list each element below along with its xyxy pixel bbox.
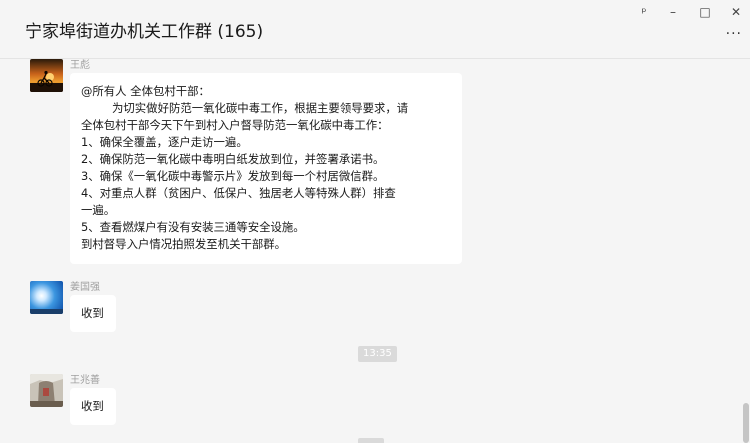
message-bubble[interactable]: @所有人 全体包村干部： 为切实做好防范一氧化碳中毒工作，根据主要领导要求，请 …	[70, 73, 462, 264]
message-bubble[interactable]: 收到	[70, 388, 116, 425]
message-line: 全体包村干部今天下午到村入户督导防范一氧化碳中毒工作：	[81, 118, 389, 132]
message-line: 到村督导入户情况拍照发至机关干部群。	[81, 237, 287, 251]
scrollbar[interactable]	[742, 59, 750, 443]
message-line: 2、确保防范一氧化碳中毒明白纸发放到位，并签署承诺书。	[81, 152, 385, 166]
more-options-button[interactable]: ...	[726, 22, 742, 38]
message-text: 收到	[81, 306, 104, 320]
message-list[interactable]: 王彪 @所有人 全体包村干部： 为切实做好防范一氧化碳中毒工作，根据主要领导要求…	[0, 59, 742, 443]
stone-monument-avatar[interactable]	[30, 374, 63, 407]
pin-icon[interactable]: ᵖ	[633, 4, 655, 20]
chat-window: 宁家埠街道办机关工作群 (165) ᵖ – □ ✕ ... 王彪 @所有人 全体…	[0, 0, 750, 443]
timestamp-pill	[358, 438, 384, 443]
close-button[interactable]: ✕	[725, 4, 747, 20]
message-text: 收到	[81, 399, 104, 413]
sunset-cyclist-avatar[interactable]	[30, 59, 63, 92]
maximize-button[interactable]: □	[694, 4, 716, 20]
message-line: 1、确保全覆盖，逐户走访一遍。	[81, 135, 248, 149]
message-line: 5、查看燃煤户有没有安装三通等安全设施。	[81, 220, 305, 234]
message-line: 4、对重点人群（贫困户、低保户、独居老人等特殊人群）排查	[81, 186, 396, 200]
blue-sky-sun-avatar[interactable]	[30, 281, 63, 314]
sender-name: 王兆善	[70, 375, 100, 386]
timestamp-pill: 13:35	[358, 346, 397, 362]
sender-name: 姜国强	[70, 282, 100, 293]
message-line: @所有人 全体包村干部：	[81, 84, 210, 98]
message-line: 一遍。	[81, 203, 116, 217]
sender-name: 王彪	[70, 60, 90, 71]
chat-header: 宁家埠街道办机关工作群 (165) ᵖ – □ ✕ ...	[0, 0, 750, 59]
chat-title: 宁家埠街道办机关工作群 (165)	[25, 22, 264, 42]
message-line: 为切实做好防范一氧化碳中毒工作，根据主要领导要求，请	[112, 101, 409, 115]
message-line: 3、确保《一氧化碳中毒警示片》发放到每一个村居微信群。	[81, 169, 385, 183]
message-bubble[interactable]: 收到	[70, 295, 116, 332]
scrollbar-thumb[interactable]	[743, 403, 749, 443]
minimize-button[interactable]: –	[662, 4, 684, 20]
